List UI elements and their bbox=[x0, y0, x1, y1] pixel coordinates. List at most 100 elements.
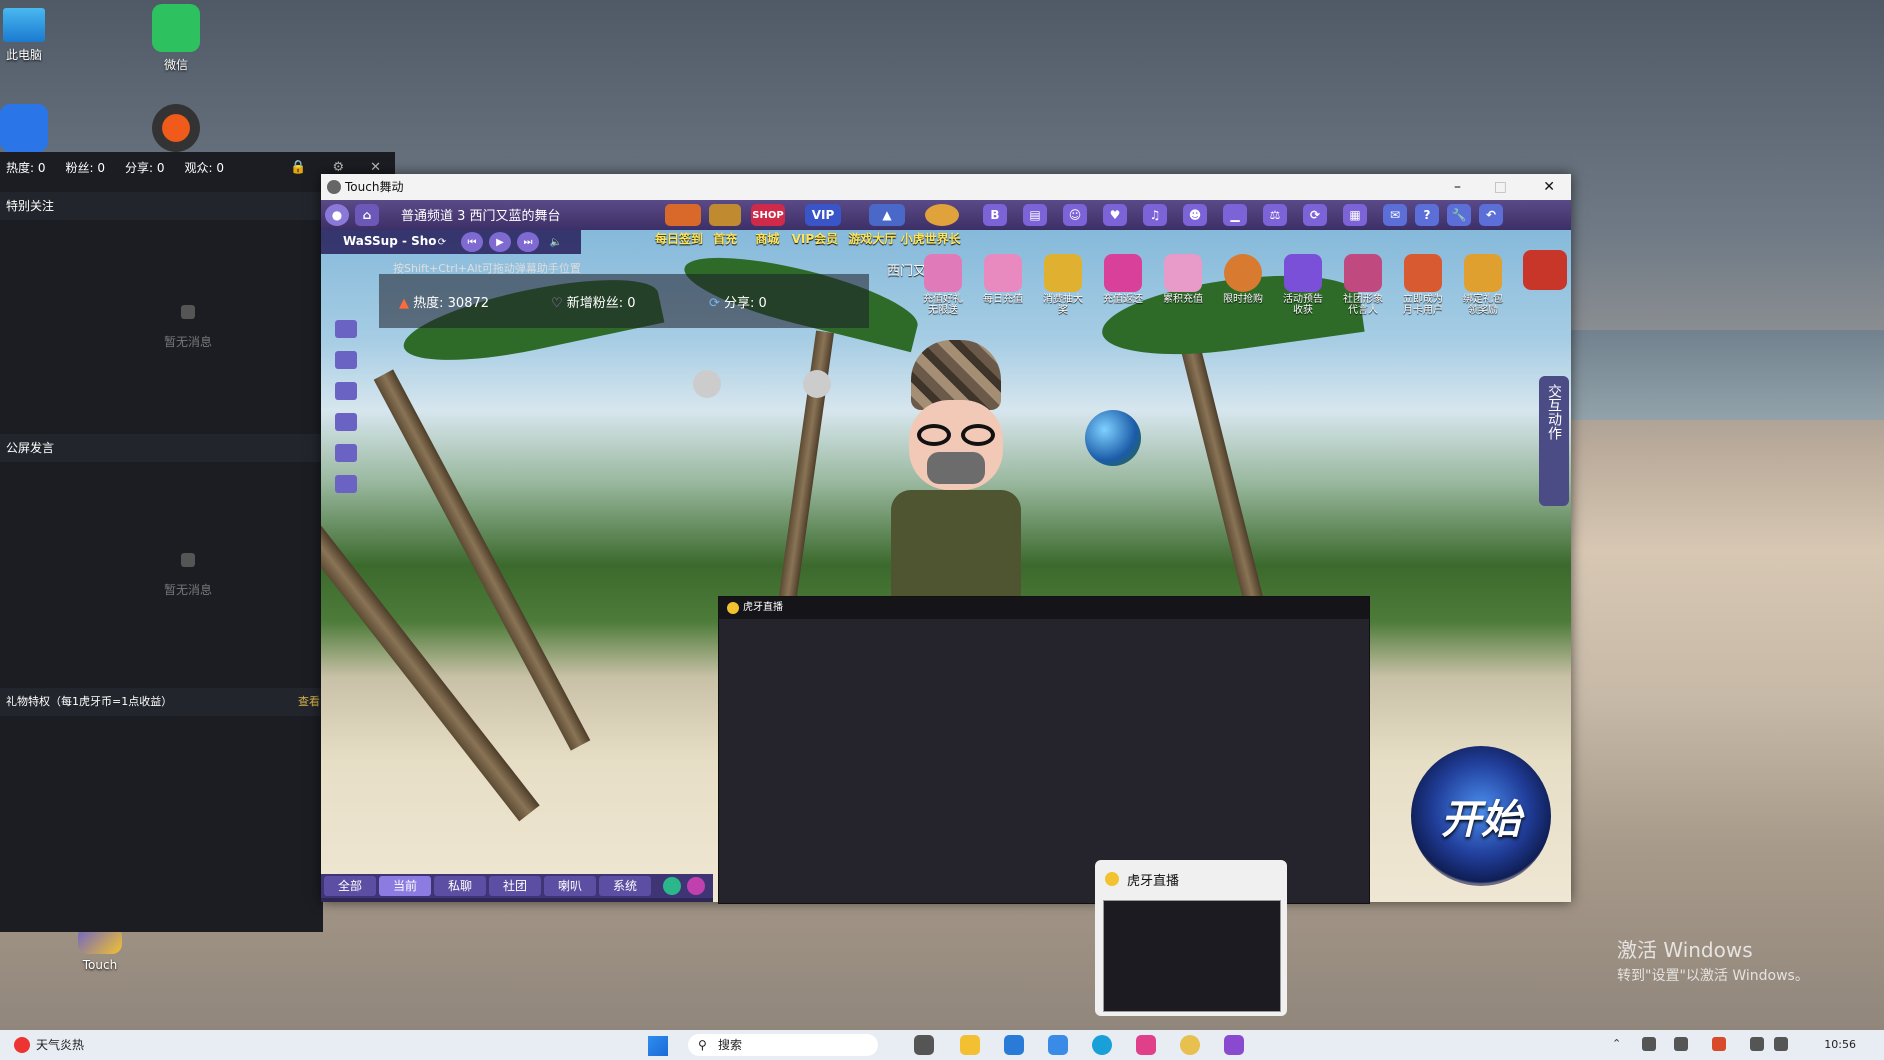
play-button[interactable]: ▶ bbox=[489, 232, 511, 252]
network-icon[interactable] bbox=[1750, 1037, 1764, 1051]
event-recharge-gift[interactable]: 充值好礼 无限送 bbox=[919, 254, 967, 316]
emoji-icon[interactable] bbox=[663, 877, 681, 895]
event-ambassador[interactable]: 社团形象 代言人 bbox=[1339, 254, 1387, 316]
maximize-button[interactable]: □ bbox=[1494, 174, 1507, 200]
profile-card-icon[interactable]: ▤ bbox=[1023, 204, 1047, 226]
windows-start-icon[interactable] bbox=[648, 1036, 668, 1056]
app-pink-icon[interactable] bbox=[1136, 1035, 1156, 1055]
close-icon[interactable]: ✕ bbox=[370, 160, 381, 175]
prev-track-button[interactable]: ⏮ bbox=[461, 232, 483, 252]
menu-label-vip[interactable]: VIP会员 bbox=[792, 232, 839, 246]
menu-label-world[interactable]: 小虎世界长 bbox=[901, 232, 961, 246]
menu-label-lobby[interactable]: 游戏大厅 bbox=[848, 232, 896, 246]
volume-tray-icon[interactable] bbox=[1774, 1037, 1788, 1051]
wrench-icon[interactable]: 🔧 bbox=[1447, 204, 1471, 226]
taskbar-search[interactable]: ⚲ 搜索 bbox=[688, 1034, 878, 1056]
antivirus-icon[interactable] bbox=[1712, 1037, 1726, 1051]
interaction-panel-tab[interactable]: 交互动作 bbox=[1539, 376, 1569, 506]
start-button[interactable]: 开始 bbox=[1411, 746, 1551, 886]
event-daily-recharge[interactable]: 每日充值 bbox=[979, 254, 1027, 305]
desktop-icon-recorder[interactable] bbox=[136, 104, 216, 156]
side-button[interactable] bbox=[335, 351, 357, 369]
next-track-button[interactable]: ⏭ bbox=[517, 232, 539, 252]
input-method-icon[interactable] bbox=[1674, 1037, 1688, 1051]
huya-taskbar-icon[interactable] bbox=[1180, 1035, 1200, 1055]
gift-pack-icon bbox=[1464, 254, 1502, 292]
tab-current[interactable]: 当前 bbox=[379, 876, 431, 896]
scales-icon[interactable]: ⚖ bbox=[1263, 204, 1287, 226]
huya-live-window[interactable]: 虎牙直播 bbox=[718, 596, 1370, 904]
profile-icon[interactable]: ● bbox=[325, 204, 349, 226]
preview-thumbnail[interactable] bbox=[1103, 900, 1281, 1012]
refresh-icon[interactable]: ⟳ bbox=[1303, 204, 1327, 226]
event-preview[interactable]: 活动预告 收获 bbox=[1279, 254, 1327, 316]
taskbar-clock[interactable]: 10:56 bbox=[1824, 1038, 1856, 1051]
touch-taskbar-icon[interactable] bbox=[1224, 1035, 1244, 1055]
shop-icon[interactable]: SHOP bbox=[751, 204, 785, 226]
weather-text[interactable]: 天气炎热 bbox=[36, 1036, 84, 1053]
tab-horn[interactable]: 喇叭 bbox=[544, 876, 596, 896]
help-icon[interactable]: ? bbox=[1415, 204, 1439, 226]
minimize-button[interactable]: – bbox=[1454, 174, 1461, 200]
view-more-link[interactable]: 查看 bbox=[298, 688, 320, 716]
music-note-icon[interactable]: ♫ bbox=[1143, 204, 1167, 226]
desktop-icon-wechat[interactable]: 微信 bbox=[136, 4, 216, 73]
chevron-up-icon[interactable]: ⌃ bbox=[1612, 1037, 1626, 1051]
tiger-icon[interactable] bbox=[925, 204, 959, 226]
file-explorer-icon[interactable] bbox=[960, 1035, 980, 1055]
window-close-button[interactable]: ✕ bbox=[1543, 174, 1555, 200]
rank-icon[interactable]: ▁ bbox=[1223, 204, 1247, 226]
event-lottery[interactable]: 消费抽大奖 bbox=[1039, 254, 1087, 316]
event-rebate[interactable]: 充值返还 bbox=[1099, 254, 1147, 305]
vip-icon[interactable]: VIP bbox=[805, 204, 841, 226]
task-view-icon[interactable] bbox=[914, 1035, 934, 1055]
lock-icon[interactable]: 🔒 bbox=[290, 160, 306, 175]
share-value: 分享: 0 bbox=[724, 296, 767, 311]
event-bind-gift[interactable]: 绑定礼包 领奖励 bbox=[1459, 254, 1507, 316]
daily-signin-icon[interactable] bbox=[665, 204, 701, 226]
menu-label-shop[interactable]: 商城 bbox=[755, 232, 779, 246]
tab-all[interactable]: 全部 bbox=[324, 876, 376, 896]
desktop-icon-touch[interactable]: Touch bbox=[60, 926, 140, 972]
player-avatar[interactable] bbox=[881, 340, 1031, 640]
side-button[interactable] bbox=[335, 382, 357, 400]
settings-icon[interactable]: ⚙ bbox=[332, 160, 344, 175]
side-button[interactable] bbox=[335, 444, 357, 462]
menu-label-signin[interactable]: 每日签到 bbox=[655, 232, 703, 246]
tab-private[interactable]: 私聊 bbox=[434, 876, 486, 896]
mail-icon[interactable]: ✉ bbox=[1383, 204, 1407, 226]
store-icon[interactable] bbox=[1004, 1035, 1024, 1055]
color-icon[interactable] bbox=[687, 877, 705, 895]
bag-icon[interactable]: B bbox=[983, 204, 1007, 226]
microphone-icon[interactable] bbox=[1642, 1037, 1656, 1051]
first-charge-icon[interactable] bbox=[709, 204, 741, 226]
desktop-icon-this-pc[interactable]: 此电脑 bbox=[0, 8, 64, 63]
globe-decoration bbox=[1085, 410, 1141, 466]
desktop-icon-app-m[interactable] bbox=[0, 104, 64, 156]
side-button[interactable] bbox=[335, 413, 357, 431]
window-title: Touch舞动 bbox=[345, 180, 404, 194]
group-icon[interactable]: ☻ bbox=[1183, 204, 1207, 226]
event-flash-sale[interactable]: 限时抢购 bbox=[1219, 254, 1267, 305]
danmaku-stats-overlay[interactable]: 按Shift+Ctrl+Alt可拖动弹幕助手位置 ▲ 热度: 30872 ♡ 新… bbox=[379, 262, 869, 328]
lobby-icon[interactable]: ▲ bbox=[869, 204, 905, 226]
home-icon[interactable]: ⌂ bbox=[355, 204, 379, 226]
menu-label-first-charge[interactable]: 首充 bbox=[713, 232, 737, 246]
side-button[interactable] bbox=[335, 320, 357, 338]
weather-icon[interactable] bbox=[14, 1037, 30, 1053]
back-icon[interactable]: ↶ bbox=[1479, 204, 1503, 226]
activity-badge-icon[interactable] bbox=[1523, 250, 1567, 290]
edge-icon[interactable] bbox=[1092, 1035, 1112, 1055]
friends-icon[interactable]: ☺ bbox=[1063, 204, 1087, 226]
event-cumulative[interactable]: 累积充值 bbox=[1159, 254, 1207, 305]
tab-club[interactable]: 社团 bbox=[489, 876, 541, 896]
tab-system[interactable]: 系统 bbox=[599, 876, 651, 896]
taskbar-preview-popup[interactable]: 虎牙直播 bbox=[1095, 860, 1287, 1016]
side-button[interactable] bbox=[335, 475, 357, 493]
book-icon[interactable]: ▦ bbox=[1343, 204, 1367, 226]
volume-icon[interactable]: 🔈 bbox=[545, 232, 567, 252]
couple-icon[interactable]: ♥ bbox=[1103, 204, 1127, 226]
event-monthly-card[interactable]: 立即成为 月卡用户 bbox=[1399, 254, 1447, 316]
loop-icon[interactable]: ⟳ bbox=[431, 232, 453, 252]
app-m-taskbar-icon[interactable] bbox=[1048, 1035, 1068, 1055]
